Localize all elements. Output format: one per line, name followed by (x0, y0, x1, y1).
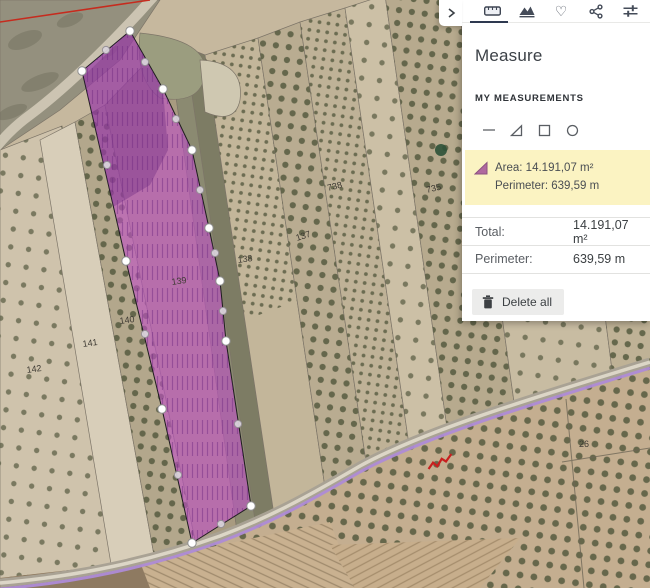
panel-toolbar: ♡ (462, 0, 650, 23)
trash-icon (482, 295, 494, 309)
parcel-number-label: 139 (171, 275, 187, 287)
polygon-midpoint-handle[interactable] (174, 471, 181, 478)
polygon-vertex-handle[interactable] (216, 277, 224, 285)
perimeter-label: Perimeter: (475, 252, 573, 266)
page-title: Measure (475, 46, 638, 66)
delete-all-label: Delete all (502, 295, 552, 309)
circle-tool-icon (566, 124, 579, 137)
area-triangle-icon (474, 161, 488, 175)
active-tab-underline (470, 21, 508, 23)
tree-blob (435, 144, 447, 156)
line-tool-icon (483, 129, 495, 131)
total-value: 14.191,07 m² (573, 218, 638, 246)
measurement-area-text: Area: 14.191,07 m² (495, 159, 599, 177)
total-row: Total: 14.191,07 m² (462, 217, 650, 245)
triangle-tool-icon (510, 124, 523, 137)
section-label: MY MEASUREMENTS (475, 93, 637, 104)
polygon-midpoint-handle[interactable] (196, 186, 203, 193)
polygon-vertex-handle[interactable] (188, 539, 196, 547)
panel-collapse-button[interactable] (439, 0, 462, 26)
polygon-vertex-handle[interactable] (222, 337, 230, 345)
tool-circle-button[interactable] (566, 124, 579, 137)
polygon-midpoint-handle[interactable] (141, 58, 148, 65)
polygon-vertex-handle[interactable] (158, 405, 166, 413)
parcel-number-label: 142 (26, 363, 42, 375)
tool-line-button[interactable] (482, 124, 495, 137)
polygon-midpoint-handle[interactable] (102, 46, 109, 53)
polygon-midpoint-handle[interactable] (172, 115, 179, 122)
measure-tools (482, 123, 637, 137)
heart-icon: ♡ (555, 4, 568, 18)
selected-measurement[interactable]: Area: 14.191,07 m² Perimeter: 639,59 m (465, 150, 650, 205)
parcel-number-label: 26 (579, 439, 589, 449)
tab-settings[interactable] (620, 1, 640, 21)
polygon-vertex-handle[interactable] (205, 224, 213, 232)
ruler-icon (484, 4, 501, 18)
tab-elevation[interactable] (517, 1, 537, 21)
perimeter-value: 639,59 m (573, 252, 638, 266)
tab-favorites[interactable]: ♡ (551, 1, 571, 21)
total-label: Total: (475, 225, 573, 239)
polygon-midpoint-handle[interactable] (141, 330, 148, 337)
mountain-chart-icon (519, 4, 535, 18)
summary-table: Total: 14.191,07 m² Perimeter: 639,59 m (462, 217, 650, 274)
measure-panel: ♡ Measure MY MEASUREMENTS (462, 0, 650, 321)
polygon-vertex-handle[interactable] (78, 67, 86, 75)
delete-all-button[interactable]: Delete all (472, 289, 564, 315)
share-icon (589, 4, 603, 19)
polygon-vertex-handle[interactable] (188, 146, 196, 154)
parcel-number-label: 138 (237, 253, 253, 265)
polygon-midpoint-handle[interactable] (217, 520, 224, 527)
sliders-icon (623, 4, 638, 18)
polygon-vertex-handle[interactable] (122, 257, 130, 265)
app-window: 73873513713813914014114226 ♡ (0, 0, 650, 588)
polygon-midpoint-handle[interactable] (103, 161, 110, 168)
polygon-vertex-handle[interactable] (126, 27, 134, 35)
polygon-vertex-handle[interactable] (247, 502, 255, 510)
perimeter-row: Perimeter: 639,59 m (462, 245, 650, 273)
polygon-midpoint-handle[interactable] (234, 420, 241, 427)
polygon-midpoint-handle[interactable] (211, 249, 218, 256)
tab-share[interactable] (586, 1, 606, 21)
polygon-midpoint-handle[interactable] (219, 307, 226, 314)
chevron-right-icon (446, 7, 456, 19)
tab-measure[interactable] (482, 1, 502, 21)
parcel-number-label: 141 (82, 337, 98, 349)
measurement-perimeter-text: Perimeter: 639,59 m (495, 177, 599, 195)
tool-rectangle-button[interactable] (538, 124, 551, 137)
parcel-number-label: 140 (119, 314, 135, 326)
tool-area-button[interactable] (510, 124, 523, 137)
polygon-vertex-handle[interactable] (159, 85, 167, 93)
square-tool-icon (538, 124, 551, 137)
